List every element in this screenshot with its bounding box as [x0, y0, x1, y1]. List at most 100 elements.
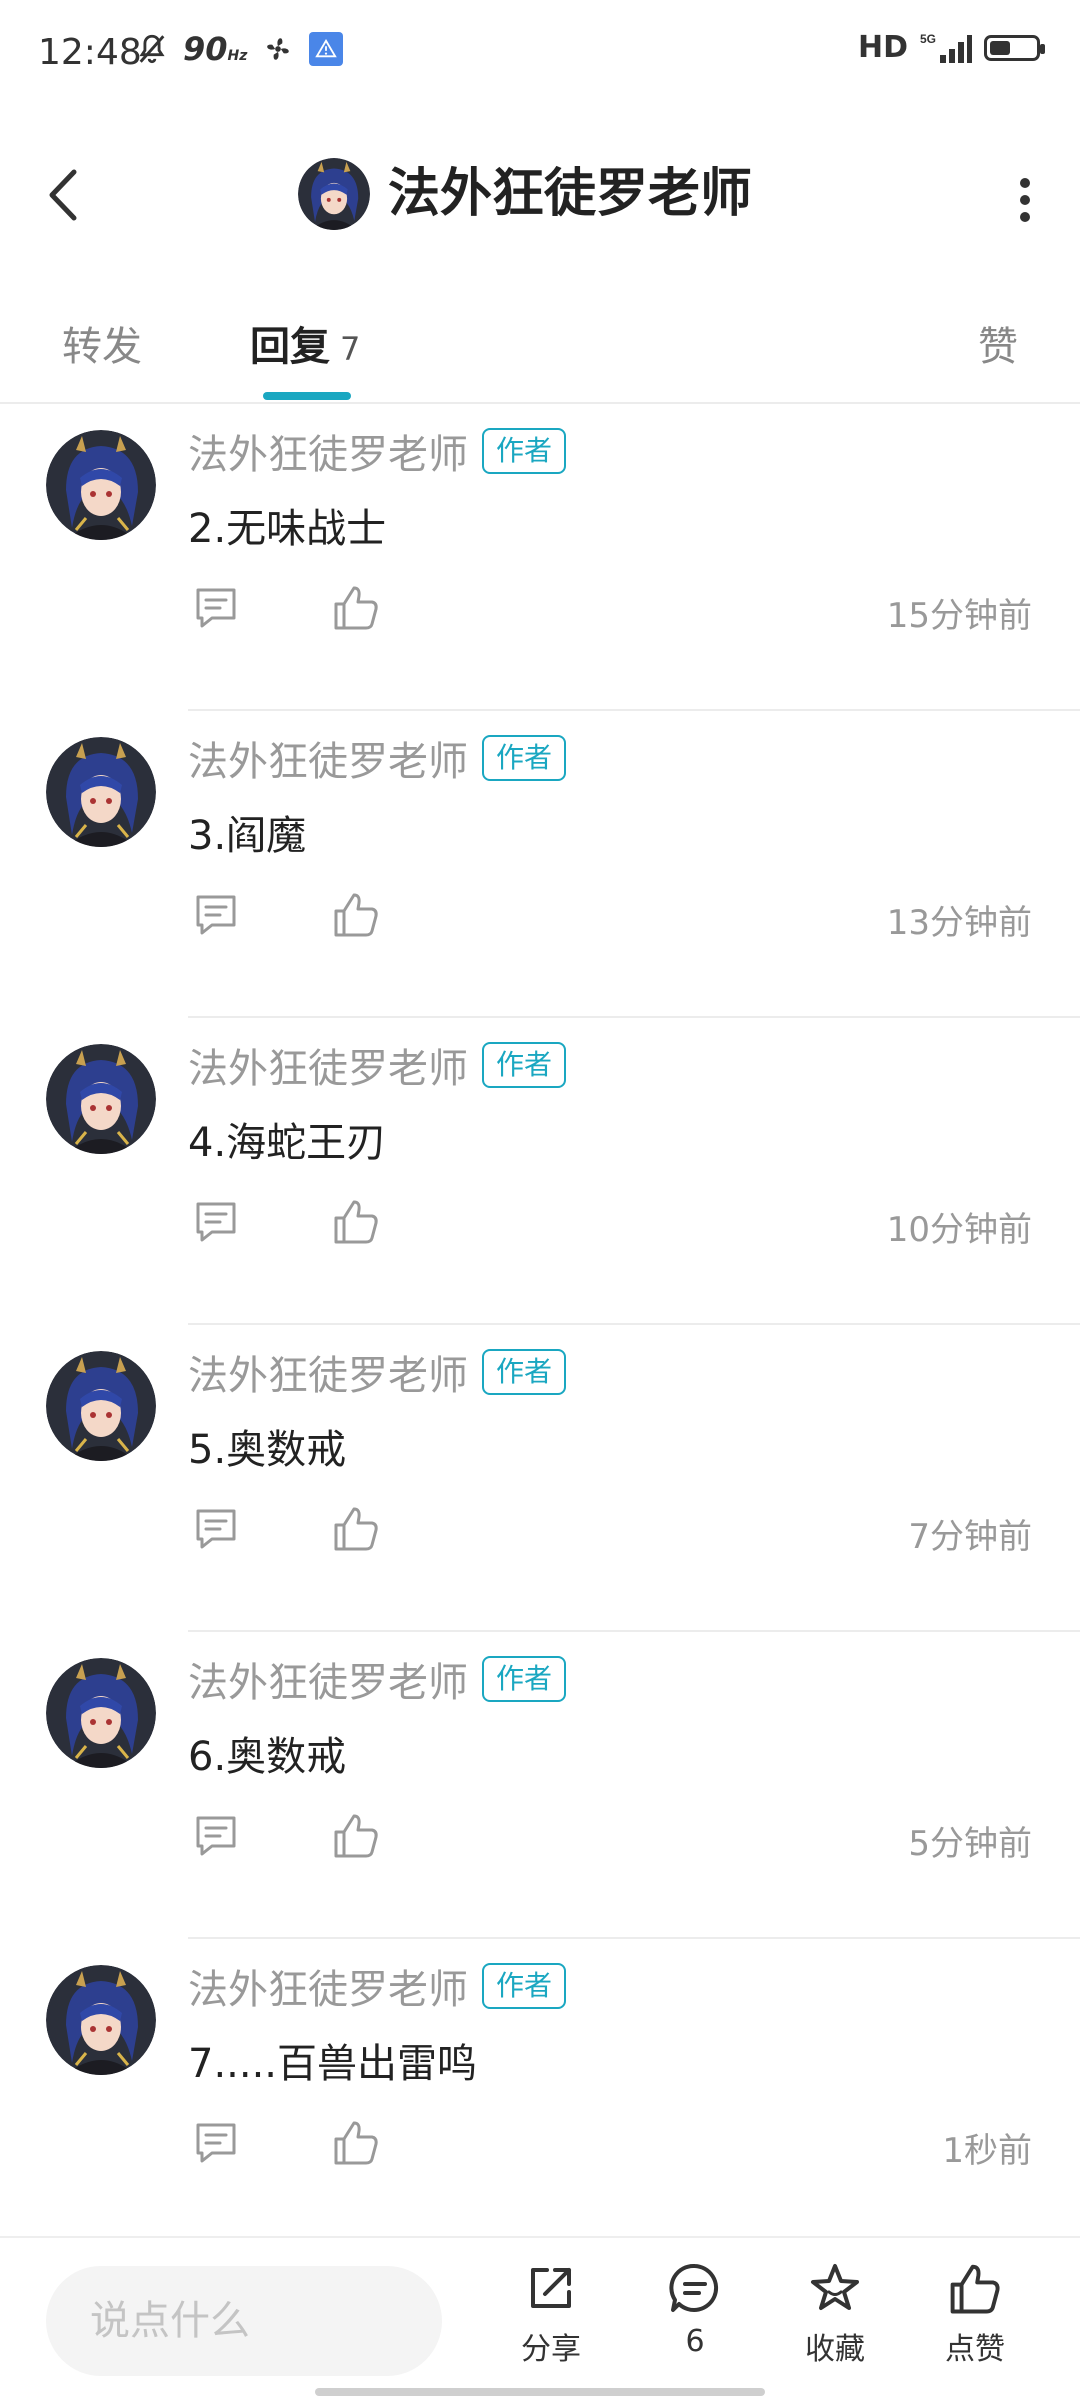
back-button[interactable]: [40, 160, 90, 230]
more-dot: [1020, 195, 1030, 205]
share-label: 分享: [521, 2332, 581, 2367]
thumbs-up-icon[interactable]: [332, 2117, 380, 2167]
commenter-avatar[interactable]: [46, 1044, 156, 1154]
avatar-icon: [46, 1044, 156, 1154]
tab-reply[interactable]: 回复 7: [250, 314, 360, 372]
reply-icon[interactable]: [192, 891, 240, 939]
more-dot: [1020, 212, 1030, 222]
tab-like[interactable]: 赞: [978, 314, 1018, 372]
comment-item: 法外狂徒罗老师 作者 7.....百兽出雷鸣 1秒前: [0, 1939, 1080, 2246]
bottom-action-bar: 说点什么 分享 6 收藏 点赞: [0, 2236, 1080, 2402]
comment-actions: 10分钟前: [188, 1188, 1036, 1258]
refresh-rate: 90Hz: [183, 30, 248, 68]
comment-actions: 15分钟前: [188, 574, 1036, 644]
comment-item: 法外狂徒罗老师 作者 6.奥数戒 5分钟前: [0, 1632, 1080, 1939]
author-badge: 作者: [482, 428, 567, 474]
avatar-icon: [46, 430, 156, 540]
reply-icon[interactable]: [192, 1812, 240, 1860]
comment-input[interactable]: 说点什么: [46, 2266, 442, 2376]
commenter-name-row: 法外狂徒罗老师 作者: [188, 1036, 567, 1094]
alert-icon: [309, 32, 344, 66]
like-button[interactable]: 点赞: [920, 2260, 1030, 2368]
commenter-name-row: 法外狂徒罗老师 作者: [188, 729, 567, 787]
comment-time: 13分钟前: [886, 903, 1032, 943]
comment-item: 法外狂徒罗老师 作者 4.海蛇王刃 10分钟前: [0, 1018, 1080, 1325]
avatar-icon: [46, 737, 156, 847]
battery-icon: [984, 34, 1045, 61]
commenter-name-row: 法外狂徒罗老师 作者: [188, 1650, 567, 1708]
commenter-avatar[interactable]: [46, 1965, 156, 2075]
comment-bubble-icon: [669, 2263, 719, 2312]
comment-text: 5.奥数戒: [188, 1427, 347, 1473]
like-label: 点赞: [945, 2332, 1005, 2367]
thumbs-up-icon[interactable]: [332, 1503, 380, 1553]
tab-forward[interactable]: 转发: [62, 314, 142, 372]
commenter-avatar[interactable]: [46, 430, 156, 540]
active-tab-indicator: [263, 392, 351, 400]
author-badge: 作者: [482, 1656, 567, 1702]
share-button[interactable]: 分享: [496, 2260, 606, 2368]
comment-list: 法外狂徒罗老师 作者 2.无味战士 15分钟前 法外狂徒罗老师 作者 3.阎魔 …: [0, 404, 1080, 2246]
author-badge: 作者: [482, 1349, 567, 1395]
comment-actions: 5分钟前: [188, 1802, 1036, 1872]
commenter-name[interactable]: 法外狂徒罗老师: [188, 729, 468, 787]
comment-actions: 7分钟前: [188, 1495, 1036, 1565]
comment-item: 法外狂徒罗老师 作者 3.阎魔 13分钟前: [0, 711, 1080, 1018]
comment-time: 7分钟前: [908, 1517, 1032, 1557]
commenter-avatar[interactable]: [46, 737, 156, 847]
home-indicator[interactable]: [315, 2388, 765, 2396]
avatar-icon: [46, 1351, 156, 1461]
commenter-name[interactable]: 法外狂徒罗老师: [188, 1957, 468, 2015]
favorite-label: 收藏: [805, 2332, 865, 2367]
commenter-avatar[interactable]: [46, 1351, 156, 1461]
commenter-name[interactable]: 法外狂徒罗老师: [188, 422, 468, 480]
commenter-name[interactable]: 法外狂徒罗老师: [188, 1343, 468, 1401]
comment-count: 6: [685, 2324, 705, 2359]
comment-time: 10分钟前: [886, 1210, 1032, 1250]
comment-text: 3.阎魔: [188, 813, 307, 859]
reply-icon[interactable]: [192, 2119, 240, 2167]
reply-icon[interactable]: [192, 584, 240, 632]
comment-time: 15分钟前: [886, 596, 1032, 636]
comment-text: 2.无味战士: [188, 506, 387, 552]
commenter-name[interactable]: 法外狂徒罗老师: [188, 1036, 468, 1094]
commenter-name[interactable]: 法外狂徒罗老师: [188, 1650, 468, 1708]
status-time: 12:48: [38, 32, 142, 73]
mute-bell-icon: [139, 34, 165, 64]
thumbs-up-icon[interactable]: [332, 1810, 380, 1860]
page-title: 法外狂徒罗老师: [388, 164, 753, 224]
comment-item: 法外狂徒罗老师 作者 5.奥数戒 7分钟前: [0, 1325, 1080, 1632]
comment-button[interactable]: 6: [640, 2260, 750, 2359]
thumbs-up-icon[interactable]: [332, 889, 380, 939]
thumbs-up-icon[interactable]: [332, 582, 380, 632]
comment-actions: 1秒前: [188, 2109, 1036, 2179]
comment-text: 4.海蛇王刃: [188, 1120, 387, 1166]
reply-icon[interactable]: [192, 1198, 240, 1246]
battery-fill: [990, 40, 1010, 55]
status-left-icons: 90Hz: [135, 30, 344, 68]
commenter-avatar[interactable]: [46, 1658, 156, 1768]
header: 法外狂徒罗老师: [0, 110, 1080, 280]
reply-icon[interactable]: [192, 1505, 240, 1553]
avatar-icon: [46, 1965, 156, 2075]
thumbs-up-icon: [950, 2264, 1000, 2314]
author-badge: 作者: [482, 735, 567, 781]
tab-reply-label: 回复: [250, 324, 330, 370]
avatar-icon: [46, 1658, 156, 1768]
commenter-name-row: 法外狂徒罗老师 作者: [188, 422, 567, 480]
thumbs-up-icon[interactable]: [332, 1196, 380, 1246]
favorite-button[interactable]: 收藏: [780, 2260, 890, 2368]
star-icon: [811, 2264, 859, 2310]
more-options-button[interactable]: [1010, 170, 1040, 230]
more-dot: [1020, 178, 1030, 188]
svg-text:5G: 5G: [920, 32, 936, 46]
author-badge: 作者: [482, 1042, 567, 1088]
comment-actions: 13分钟前: [188, 881, 1036, 951]
comment-time: 5分钟前: [908, 1824, 1032, 1864]
fan-icon: [267, 38, 290, 60]
comment-text: 6.奥数戒: [188, 1734, 347, 1780]
network-hd: HD: [857, 30, 908, 65]
signal-icon: 5G: [920, 32, 972, 63]
header-avatar[interactable]: [298, 158, 370, 230]
tab-bar: 转发 回复 7 赞: [0, 280, 1080, 404]
